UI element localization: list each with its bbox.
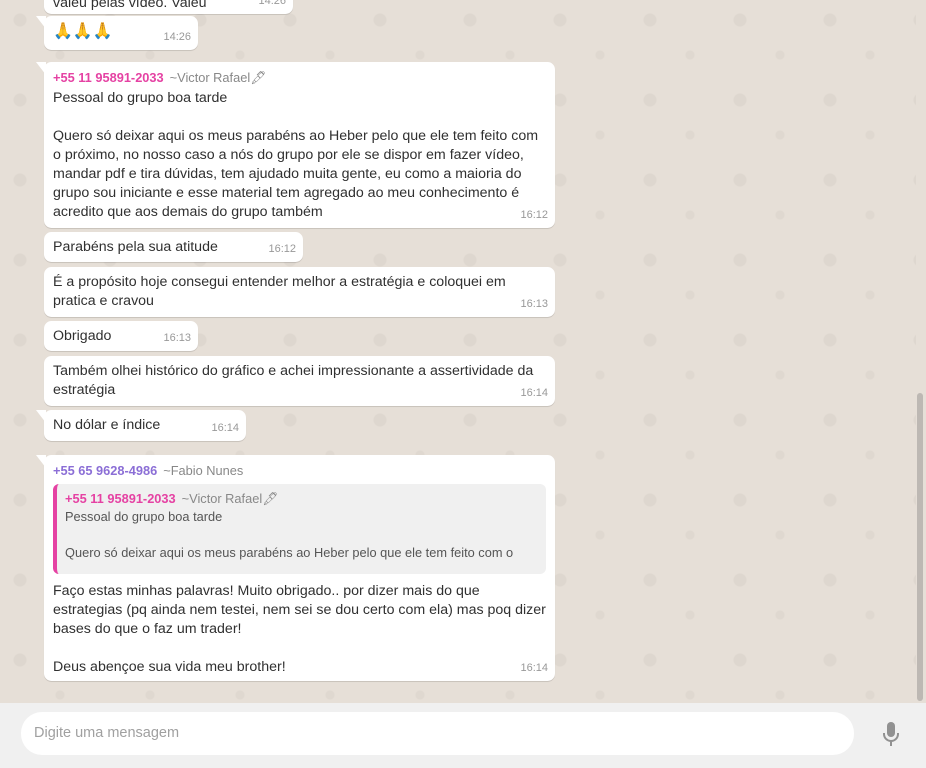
chat-panel[interactable]: valeu pelas vídeo. Valeu 14:26 🙏🙏🙏 14:26… <box>0 0 916 703</box>
message-time: 16:13 <box>163 332 191 344</box>
sender-pushname: ~Victor Rafael🖋 <box>169 70 267 85</box>
quoted-sender: +55 11 95891-2033 ~Victor Rafael🖋 <box>65 490 538 508</box>
message-sender: +55 65 9628-4986 ~Fabio Nunes <box>53 461 546 480</box>
message-text: valeu pelas vídeo. Valeu <box>53 0 207 11</box>
message-sender: +55 11 95891-2033 ~Victor Rafael🖋 <box>53 68 546 87</box>
message-time: 16:14 <box>520 387 548 399</box>
quoted-sender-pushname: ~Victor Rafael🖋 <box>181 491 279 506</box>
message-bubble[interactable]: Obrigado 16:13 <box>44 321 198 351</box>
composer-bar: Digite uma mensagem <box>0 703 926 768</box>
message-text: Também olhei histórico do gráfico e ache… <box>53 363 538 398</box>
message-text: Pessoal do grupo boa tarde Quero só deix… <box>53 90 539 220</box>
message-bubble[interactable]: valeu pelas vídeo. Valeu 14:26 <box>44 0 293 14</box>
message-bubble[interactable]: Parabéns pela sua atitude 16:12 <box>44 232 303 262</box>
sender-pushname: ~Fabio Nunes <box>163 463 244 478</box>
message-time: 16:13 <box>520 298 548 310</box>
message-time: 14:26 <box>258 0 286 7</box>
message-text: Parabéns pela sua atitude <box>53 239 218 255</box>
sender-number: +55 65 9628-4986 <box>53 463 158 478</box>
message-bubble[interactable]: +55 11 95891-2033 ~Victor Rafael🖋 Pessoal… <box>36 62 555 228</box>
scrollbar-thumb[interactable] <box>917 393 923 701</box>
message-bubble[interactable]: No dólar e índice 16:14 <box>36 410 246 441</box>
message-time: 16:14 <box>520 662 548 674</box>
quoted-sender-number: +55 11 95891-2033 <box>65 491 176 506</box>
message-bubble[interactable]: +55 65 9628-4986 ~Fabio Nunes +55 11 9589… <box>36 455 555 681</box>
message-bubble[interactable]: Também olhei histórico do gráfico e ache… <box>44 356 555 406</box>
message-text: No dólar e índice <box>53 417 161 433</box>
message-time: 14:26 <box>163 31 191 43</box>
message-text: É a propósito hoje consegui entender mel… <box>53 274 510 309</box>
mic-icon[interactable] <box>879 720 903 748</box>
message-time: 16:12 <box>268 243 296 255</box>
message-bubble[interactable]: 🙏🙏🙏 14:26 <box>36 16 198 50</box>
message-time: 16:14 <box>211 422 239 434</box>
sender-number: +55 11 95891-2033 <box>53 70 164 85</box>
quoted-text: Pessoal do grupo boa tarde Quero só deix… <box>65 509 514 560</box>
message-input[interactable]: Digite uma mensagem <box>21 712 854 755</box>
quoted-message[interactable]: +55 11 95891-2033 ~Victor Rafael🖋 Pessoal… <box>53 484 546 574</box>
message-bubble[interactable]: É a propósito hoje consegui entender mel… <box>44 267 555 317</box>
message-time: 16:12 <box>520 209 548 221</box>
message-text: Faço estas minhas palavras! Muito obriga… <box>53 583 546 675</box>
